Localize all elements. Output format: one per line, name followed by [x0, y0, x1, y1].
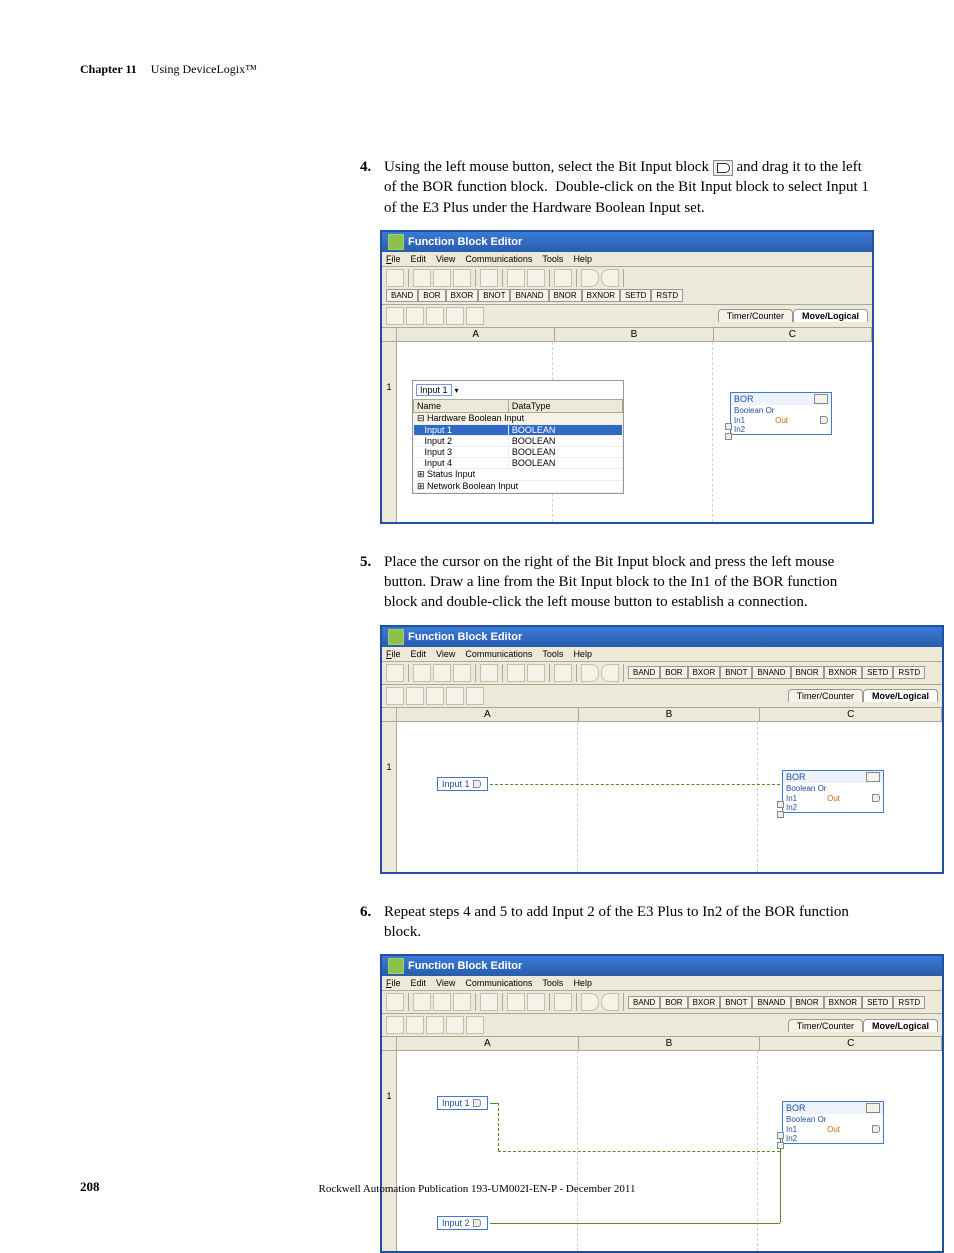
- screenshot-step4: Function Block Editor FileEditViewCommun…: [380, 230, 874, 524]
- step-text: Repeat steps 4 and 5 to add Input 2 of t…: [384, 902, 874, 943]
- nav-down-icon[interactable]: [406, 307, 424, 325]
- chapter-title: Using DeviceLogix™: [151, 62, 257, 77]
- bor-block[interactable]: BOR Boolean Or In1Out In2: [782, 1101, 884, 1144]
- tab-timer[interactable]: Timer/Counter: [718, 309, 793, 322]
- block-menu-icon[interactable]: [814, 394, 828, 404]
- input1-block[interactable]: Input 1: [437, 777, 488, 791]
- step-number: 4.: [360, 157, 384, 218]
- bit-input-icon[interactable]: [581, 269, 599, 287]
- zoom-out-icon[interactable]: [527, 269, 545, 287]
- lock-icon[interactable]: [554, 269, 572, 287]
- footer-text: Rockwell Automation Publication 193-UM00…: [80, 1183, 874, 1195]
- paste-icon[interactable]: [453, 269, 471, 287]
- misc-icon[interactable]: [446, 307, 464, 325]
- print-icon[interactable]: [386, 269, 404, 287]
- misc-icon[interactable]: [426, 307, 444, 325]
- step-text: Using the left mouse button, select the …: [384, 157, 874, 218]
- cut-icon[interactable]: [413, 269, 431, 287]
- open-icon[interactable]: [480, 269, 498, 287]
- input-picker[interactable]: Input 1▾ NameDataType ⊟ Hardware Boolean…: [412, 380, 624, 494]
- tab-movelogical[interactable]: Move/Logical: [793, 309, 868, 322]
- misc-icon[interactable]: [466, 307, 484, 325]
- bor-block[interactable]: BOR Boolean Or In1Out In2: [782, 770, 884, 813]
- screenshot-step6: Function Block Editor FileEditViewCommun…: [380, 954, 944, 1253]
- screenshot-step5: Function Block Editor FileEditViewCommun…: [380, 625, 944, 874]
- input1-block[interactable]: Input 1: [437, 1096, 488, 1110]
- menubar[interactable]: FileEditViewCommunicationsToolsHelp: [382, 252, 872, 267]
- nav-up-icon[interactable]: [386, 307, 404, 325]
- block-palette[interactable]: BANDBORBXORBNOTBNANDBNORBXNORSETDRSTD: [386, 289, 683, 302]
- bor-block[interactable]: BOR Boolean Or In1Out In2: [730, 392, 832, 435]
- copy-icon[interactable]: [433, 269, 451, 287]
- bit-input-icon: [713, 160, 733, 176]
- step-number: 5.: [360, 552, 384, 613]
- zoom-in-icon[interactable]: [507, 269, 525, 287]
- input2-block[interactable]: Input 2: [437, 1216, 488, 1230]
- app-icon: [388, 234, 404, 250]
- step-text: Place the cursor on the right of the Bit…: [384, 552, 874, 613]
- chapter-number: Chapter 11: [80, 62, 137, 77]
- step-number: 6.: [360, 902, 384, 943]
- bit-output-icon[interactable]: [601, 269, 619, 287]
